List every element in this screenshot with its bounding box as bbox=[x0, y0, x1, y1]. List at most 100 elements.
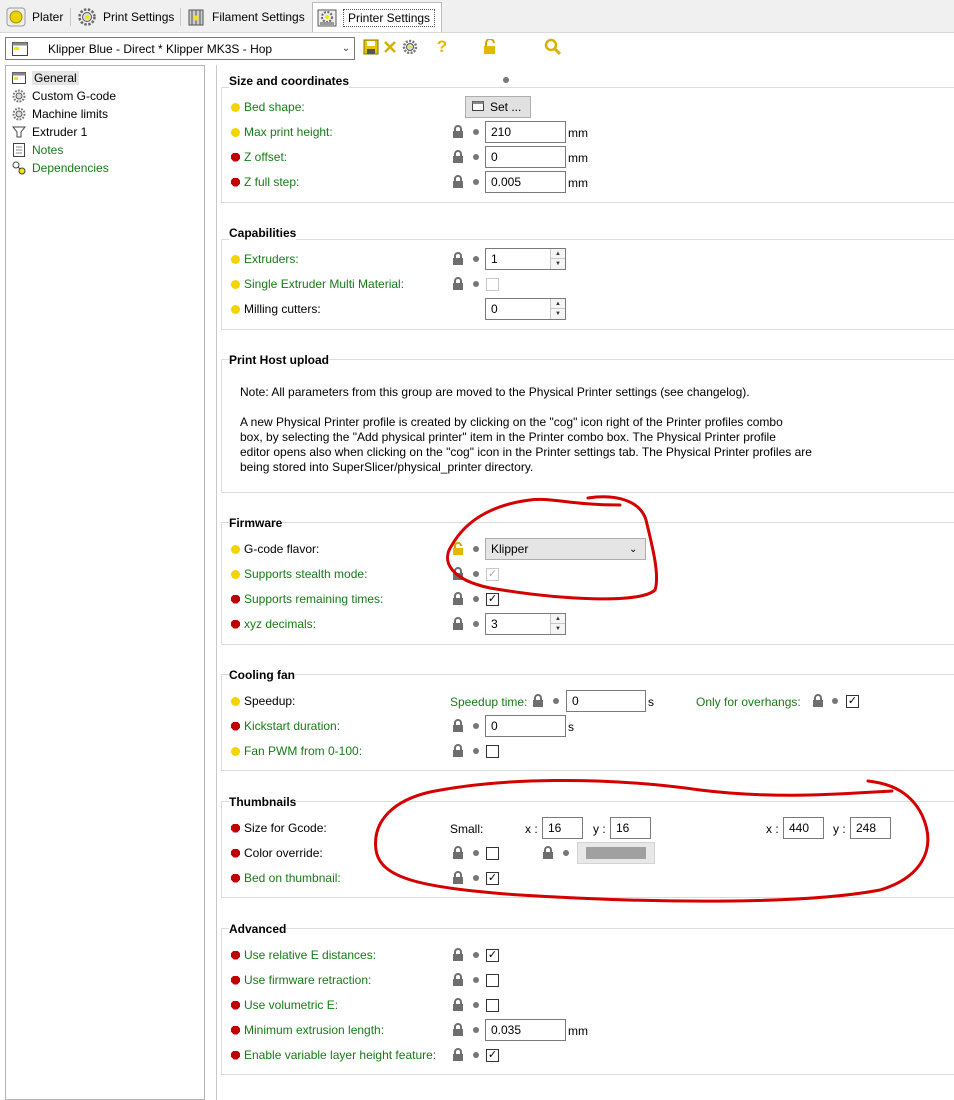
lock-icon[interactable] bbox=[452, 175, 464, 189]
nav-label: General bbox=[32, 71, 79, 85]
lock-icon[interactable] bbox=[542, 846, 554, 860]
cog-icon[interactable] bbox=[401, 38, 419, 56]
lock-icon[interactable] bbox=[532, 694, 544, 708]
mode-dot-icon bbox=[231, 975, 240, 985]
firmware-retraction-checkbox[interactable] bbox=[486, 974, 499, 987]
lock-icon[interactable] bbox=[452, 1048, 464, 1062]
setting-label: Color override: bbox=[244, 846, 323, 860]
lock-icon[interactable] bbox=[452, 744, 464, 758]
row-gcode-flavor: G-code flavor: bbox=[231, 538, 319, 560]
lock-icon[interactable] bbox=[452, 1023, 464, 1037]
spin-down-icon[interactable]: ▼ bbox=[551, 624, 565, 634]
tab-filament-settings[interactable]: Filament Settings bbox=[186, 4, 305, 30]
spin-up-icon[interactable]: ▲ bbox=[551, 249, 565, 259]
unit-label: s bbox=[648, 695, 654, 709]
lock-icon[interactable] bbox=[452, 277, 464, 291]
row-xyz-decimals: xyz decimals: bbox=[231, 613, 316, 635]
tab-printer-settings[interactable]: Printer Settings bbox=[312, 2, 443, 32]
semm-checkbox[interactable] bbox=[486, 278, 499, 291]
lock-icon[interactable] bbox=[452, 592, 464, 606]
lock-icon[interactable] bbox=[812, 694, 824, 708]
nav-label: Dependencies bbox=[32, 161, 109, 175]
setting-label: Enable variable layer height feature: bbox=[244, 1048, 437, 1062]
tab-print-settings[interactable]: Print Settings bbox=[77, 4, 174, 30]
small-y-input[interactable]: 16 bbox=[610, 817, 651, 839]
y-label: y : bbox=[833, 822, 846, 836]
nav-item-custom-gcode[interactable]: Custom G-code bbox=[6, 87, 204, 105]
fan-pwm-checkbox[interactable] bbox=[486, 745, 499, 758]
spin-up-icon[interactable]: ▲ bbox=[551, 614, 565, 624]
lock-icon[interactable] bbox=[452, 150, 464, 164]
max-print-height-input[interactable]: 210 bbox=[485, 121, 566, 143]
lock-icon[interactable] bbox=[452, 871, 464, 885]
help-icon[interactable]: ? bbox=[433, 37, 451, 56]
lock-icon[interactable] bbox=[481, 38, 499, 56]
group-title: Firmware bbox=[229, 516, 283, 530]
extruders-spinner[interactable]: 1 ▲ ▼ bbox=[485, 248, 566, 270]
variable-layer-checkbox[interactable]: ✓ bbox=[486, 1049, 499, 1062]
status-dot-icon bbox=[563, 850, 569, 856]
overhangs-checkbox[interactable]: ✓ bbox=[846, 695, 859, 708]
save-icon[interactable] bbox=[362, 38, 380, 56]
lock-icon[interactable] bbox=[452, 252, 464, 266]
spin-down-icon[interactable]: ▼ bbox=[551, 309, 565, 319]
color-override-checkbox[interactable] bbox=[486, 847, 499, 860]
general-icon bbox=[11, 71, 27, 85]
speedup-time-input[interactable]: 0 bbox=[566, 690, 646, 712]
mode-dot-icon bbox=[231, 127, 240, 137]
lock-icon[interactable] bbox=[452, 125, 464, 139]
nav-item-extruder-1[interactable]: Extruder 1 bbox=[6, 123, 204, 141]
spin-up-icon[interactable]: ▲ bbox=[551, 299, 565, 309]
nav-item-dependencies[interactable]: Dependencies bbox=[6, 159, 204, 177]
nav-item-general[interactable]: General bbox=[6, 69, 204, 87]
gcode-flavor-select[interactable]: Klipper ⌄ bbox=[485, 538, 646, 560]
big-x-input[interactable]: 440 bbox=[783, 817, 824, 839]
row-thumbnail-size: Size for Gcode: bbox=[231, 817, 327, 839]
status-dot-icon bbox=[473, 546, 479, 552]
milling-cutters-spinner[interactable]: 0 ▲ ▼ bbox=[485, 298, 566, 320]
setting-label: Extruders: bbox=[244, 252, 299, 266]
lock-icon[interactable] bbox=[452, 719, 464, 733]
relative-e-checkbox[interactable]: ✓ bbox=[486, 949, 499, 962]
bed-shape-set-button[interactable]: Set ... bbox=[465, 96, 531, 118]
extruder-icon bbox=[11, 125, 27, 139]
lock-icon[interactable] bbox=[452, 567, 464, 581]
volumetric-e-checkbox[interactable] bbox=[486, 999, 499, 1012]
color-picker-button[interactable] bbox=[577, 842, 655, 864]
bed-thumbnail-checkbox[interactable]: ✓ bbox=[486, 872, 499, 885]
status-dot-icon bbox=[503, 77, 509, 83]
chevron-down-icon: ⌄ bbox=[341, 43, 351, 54]
status-dot-icon bbox=[473, 1052, 479, 1058]
notes-icon bbox=[11, 143, 27, 157]
nav-item-notes[interactable]: Notes bbox=[6, 141, 204, 159]
stealth-checkbox[interactable]: ✓ bbox=[486, 568, 499, 581]
big-y-input[interactable]: 248 bbox=[850, 817, 891, 839]
unlocked-icon[interactable] bbox=[452, 542, 464, 556]
lock-icon[interactable] bbox=[452, 948, 464, 962]
printer-preset-combo[interactable]: Klipper Blue - Direct * Klipper MK3S - H… bbox=[5, 37, 355, 60]
xyz-decimals-spinner[interactable]: 3 ▲ ▼ bbox=[485, 613, 566, 635]
row-kickstart: Kickstart duration: bbox=[231, 715, 340, 737]
setting-label: Use firmware retraction: bbox=[244, 973, 372, 987]
group-title: Print Host upload bbox=[229, 353, 329, 367]
small-x-input[interactable]: 16 bbox=[542, 817, 583, 839]
status-dot-icon bbox=[473, 621, 479, 627]
lock-icon[interactable] bbox=[452, 973, 464, 987]
remaining-times-checkbox[interactable]: ✓ bbox=[486, 593, 499, 606]
min-extrusion-input[interactable]: 0.035 bbox=[485, 1019, 566, 1041]
tab-separator bbox=[180, 8, 181, 26]
status-dot-icon bbox=[473, 256, 479, 262]
delete-icon[interactable] bbox=[381, 38, 399, 56]
tab-plater[interactable]: Plater bbox=[6, 4, 63, 30]
search-icon[interactable] bbox=[544, 38, 562, 56]
spin-down-icon[interactable]: ▼ bbox=[551, 259, 565, 269]
lock-icon[interactable] bbox=[452, 617, 464, 631]
lock-icon[interactable] bbox=[452, 998, 464, 1012]
lock-icon[interactable] bbox=[452, 846, 464, 860]
nav-item-machine-limits[interactable]: Machine limits bbox=[6, 105, 204, 123]
kickstart-input[interactable]: 0 bbox=[485, 715, 566, 737]
z-offset-input[interactable]: 0 bbox=[485, 146, 566, 168]
setting-label: G-code flavor: bbox=[244, 542, 320, 556]
z-full-step-input[interactable]: 0.005 bbox=[485, 171, 566, 193]
row-z-full-step: Z full step: bbox=[231, 171, 299, 193]
